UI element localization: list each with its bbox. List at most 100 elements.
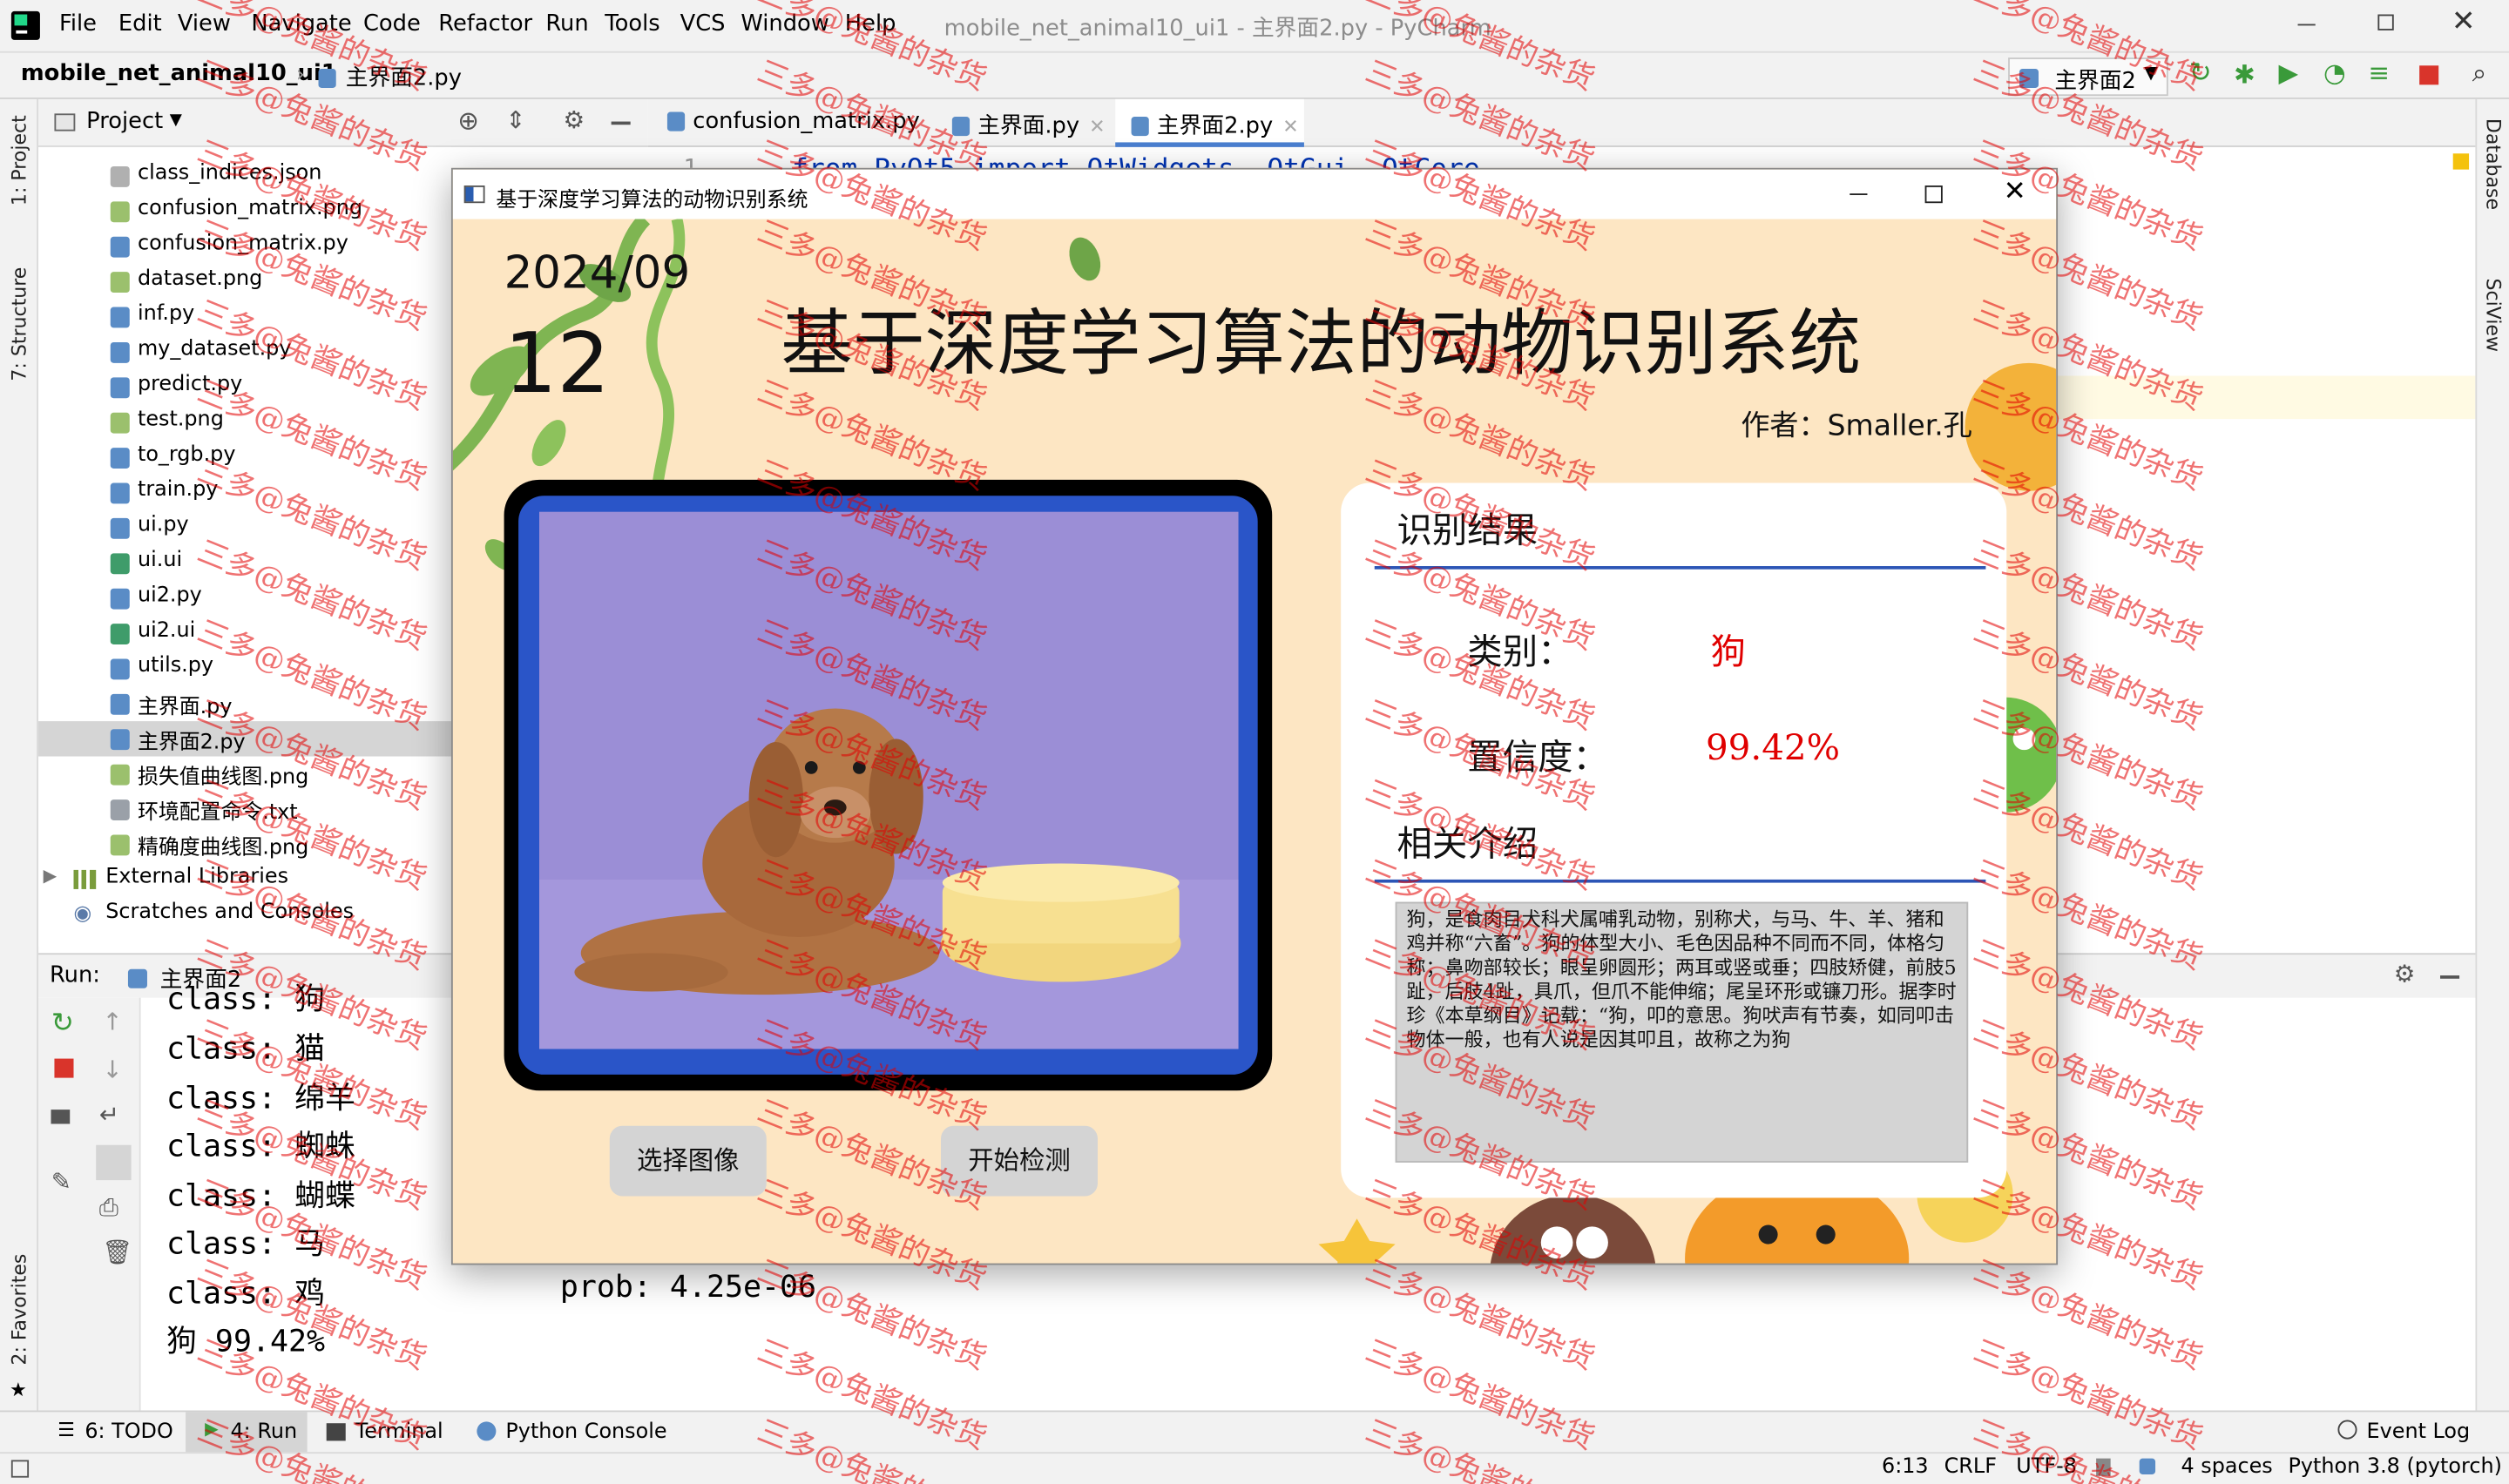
tree-item-ui-py[interactable]: ui.py [38,510,451,545]
menu-vcs[interactable]: VCS [680,11,726,37]
menu-run[interactable]: Run [545,11,588,37]
tab-main2-active[interactable]: 主界面2.py ✕ [1115,98,1304,147]
tab-main[interactable]: 主界面.py ✕ [951,99,1106,147]
tree-item-label: utils.py [137,654,214,678]
file-encoding[interactable]: UTF-8 [2016,1455,2077,1480]
menu-window[interactable]: Window [741,11,828,37]
run-config-dropdown[interactable]: 主界面2 ▼ [2008,57,2168,97]
tree-item-test-png[interactable]: test.png [38,405,451,440]
profile-icon[interactable]: ◔ [2323,57,2346,88]
tree-item-scratches[interactable]: ◉ Scratches and Consoles [38,897,451,932]
console-line: class: 蜘蛛 [166,1129,355,1164]
soft-wrap-icon[interactable]: ↵ [99,1100,119,1129]
pin-icon[interactable]: ✎ [51,1167,71,1196]
intro-text-box[interactable]: 狗，是食肉目犬科犬属哺乳动物，别称犬，与马、牛、羊、猪和鸡并称“六畜”。狗的体型… [1395,901,1969,1163]
close-tab-icon[interactable]: ✕ [1089,115,1105,138]
tree-item-ui2-ui[interactable]: ui2.ui [38,616,451,651]
hide-panel-icon[interactable] [611,121,631,125]
menu-code[interactable]: Code [363,11,421,37]
build-icon[interactable]: ≡ [2368,57,2390,88]
menu-navigate[interactable]: Navigate [251,11,351,37]
app-maximize-icon[interactable] [1924,186,1943,204]
tree-item-my-dataset[interactable]: my_dataset.py [38,334,451,369]
lock-icon[interactable] [2096,1458,2111,1476]
breadcrumb-project[interactable]: mobile_net_animal10_ui1 [21,61,337,86]
layout-icon[interactable]: ▀ [51,1110,70,1138]
debug-icon[interactable]: ✱ [2234,59,2255,90]
minimize-icon[interactable] [2297,24,2316,26]
python-interpreter[interactable]: Python 3.8 (pytorch) [2289,1455,2502,1480]
trash-icon[interactable]: 🗑 [103,1238,133,1266]
line-separator[interactable]: CRLF [1944,1455,1997,1480]
tree-item-env-txt[interactable]: 环境配置命令.txt [38,792,451,826]
tree-item-dataset-png[interactable]: dataset.png [38,264,451,299]
collapse-icon[interactable]: ⇕ [505,105,525,134]
arrow-down-icon[interactable]: ↓ [103,1056,123,1084]
tree-item-confusion-png[interactable]: confusion_matrix.png [38,193,451,228]
tab-confusion-matrix[interactable]: confusion_matrix.py [666,99,920,147]
chevron-down-icon[interactable]: ▼ [170,112,182,130]
todo-tool-tab[interactable]: 6: TODO [85,1420,172,1445]
stop-icon[interactable] [2419,65,2439,85]
tree-item-loss-png[interactable]: 损失值曲线图.png [38,757,451,792]
settings-gear-icon[interactable]: ⚙ [2394,960,2416,988]
menu-refactor[interactable]: Refactor [438,11,532,37]
tree-item-predict[interactable]: predict.py [38,369,451,404]
stop-icon[interactable] [54,1058,74,1078]
tree-item-ui-ui[interactable]: ui.ui [38,545,451,580]
database-tool-tab[interactable]: Database [2482,118,2505,210]
locate-icon[interactable]: ⊕ [457,105,479,136]
close-icon[interactable]: ✕ [2452,5,2476,39]
tree-item-main[interactable]: 主界面.py [38,686,451,721]
menu-file[interactable]: File [59,11,97,37]
search-icon[interactable]: ⌕ [2472,57,2486,90]
restore-icon[interactable] [2377,14,2394,30]
print-icon[interactable]: ⎙ [99,1193,118,1222]
tree-item-confusion-py[interactable]: confusion_matrix.py [38,229,451,264]
favorites-tool-tab[interactable]: 2: Favorites [8,1254,30,1366]
console-line: prob: 4.25e-06 [559,1269,817,1305]
tree-item-label: ui.ui [137,548,183,573]
start-detection-button[interactable]: 开始检测 [941,1125,1099,1197]
structure-tool-tab[interactable]: 7: Structure [8,267,30,381]
rerun-icon[interactable]: ↻ [51,1008,74,1040]
sciview-tool-tab[interactable]: SciView [2482,279,2505,353]
event-log-tool-tab[interactable]: Event Log [2367,1420,2471,1445]
project-tool-tab[interactable]: 1: Project [8,115,30,206]
tree-item-train[interactable]: train.py [38,475,451,509]
terminal-tool-tab[interactable]: Terminal [355,1420,443,1445]
run-tool-tab-active[interactable]: ▶ 4: Run [186,1412,308,1454]
breadcrumb-file[interactable]: 主界面2.py [346,61,462,93]
tree-item-to-rgb[interactable]: to_rgb.py [38,440,451,475]
folder-icon [54,113,76,132]
tree-item-external-libraries[interactable]: ▶ External Libraries [38,862,451,897]
menu-tools[interactable]: Tools [605,11,659,37]
tree-item-class-indices[interactable]: class_indices.json [38,159,451,193]
run-toolbar: ↻ ▀ ✎ ↑ ↓ ↵ ⎙ 🗑 [38,997,141,1411]
caret-position[interactable]: 6:13 [1882,1455,1929,1480]
scroll-to-end-icon[interactable] [96,1144,132,1181]
close-tab-icon[interactable]: ✕ [1282,115,1298,138]
menu-view[interactable]: View [178,11,231,37]
hide-panel-icon[interactable] [2440,975,2460,979]
indent-setting[interactable]: 4 spaces [2181,1455,2272,1480]
arrow-up-icon[interactable]: ↑ [103,1008,123,1036]
python-console-tool-tab[interactable]: Python Console [505,1420,666,1445]
project-view-selector[interactable]: Project [86,109,163,134]
tree-item-inf[interactable]: inf.py [38,299,451,334]
tree-item-main2-selected[interactable]: 主界面2.py [38,721,451,757]
tool-window-toggle-icon[interactable] [10,1460,30,1478]
tree-item-acc-png[interactable]: 精确度曲线图.png [38,826,451,861]
settings-gear-icon[interactable]: ⚙ [564,105,585,134]
coverage-icon[interactable]: ▶ [2279,57,2299,88]
app-titlebar: 基于深度学习算法的动物识别系统 ✕ [452,169,2057,219]
menu-help[interactable]: Help [845,11,896,37]
app-minimize-icon[interactable] [1850,193,1868,196]
chevron-right-icon: ▶ [43,865,57,887]
rerun-icon[interactable]: ↻ [2189,57,2212,90]
app-close-icon[interactable]: ✕ [2004,176,2026,208]
tree-item-ui2-py[interactable]: ui2.py [38,581,451,616]
menu-edit[interactable]: Edit [118,11,162,37]
tree-item-utils[interactable]: utils.py [38,651,451,685]
select-image-button[interactable]: 选择图像 [609,1125,767,1197]
